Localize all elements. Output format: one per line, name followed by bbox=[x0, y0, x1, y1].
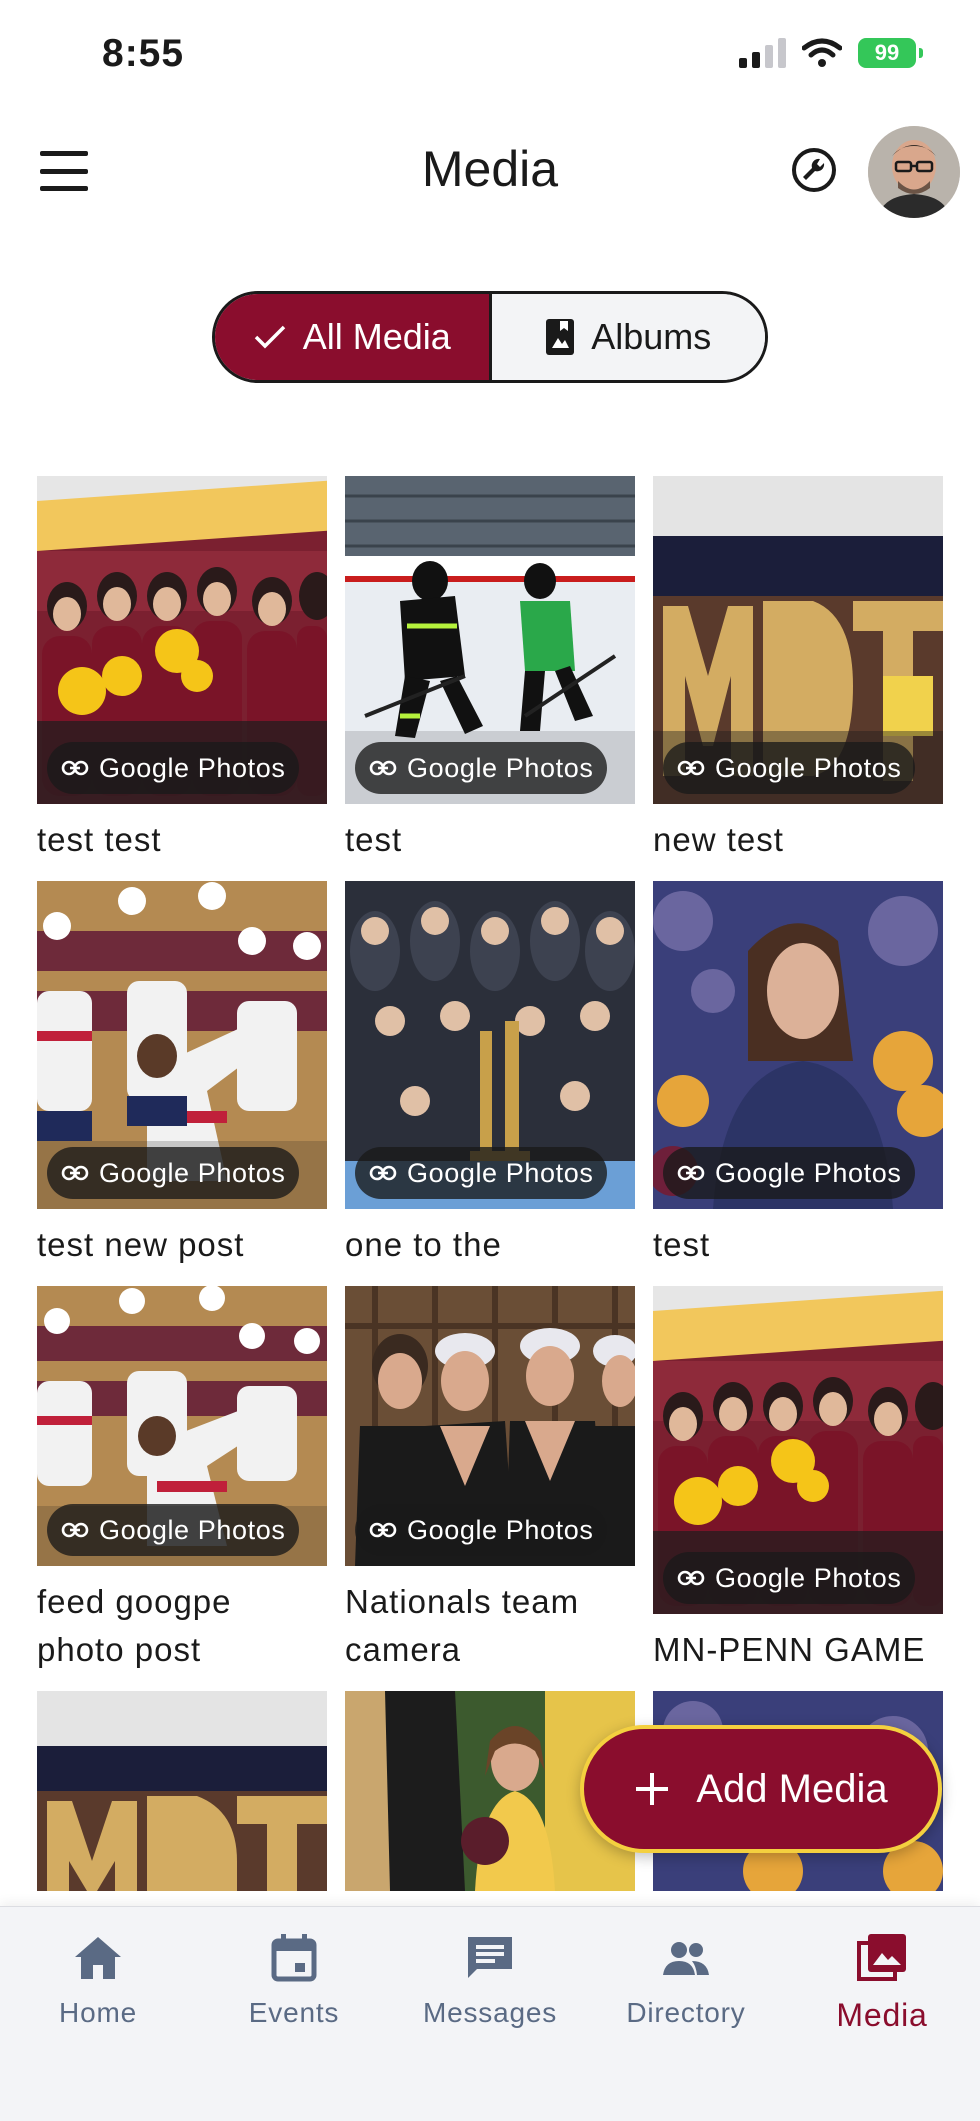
google-photos-badge: Google Photos bbox=[663, 742, 916, 794]
home-icon bbox=[75, 1937, 121, 1979]
avatar-photo bbox=[868, 126, 960, 218]
bottom-navigation: Home Events Messages Directory Media bbox=[0, 1906, 980, 2121]
nav-media[interactable]: Media bbox=[784, 1907, 980, 2121]
media-tile[interactable]: Google Photos MN-PENN GAME bbox=[653, 1286, 943, 1674]
google-photos-badge: Google Photos bbox=[355, 1504, 608, 1556]
media-tile[interactable]: Google Photos one to the bbox=[345, 881, 635, 1269]
plus-icon bbox=[636, 1773, 669, 1805]
google-photos-badge: Google Photos bbox=[663, 1147, 916, 1199]
albums-label: Albums bbox=[591, 316, 712, 357]
album-icon bbox=[546, 319, 575, 355]
link-icon bbox=[369, 760, 397, 776]
nav-directory[interactable]: Directory bbox=[588, 1907, 784, 2121]
nav-media-label: Media bbox=[836, 1997, 928, 2033]
media-tile[interactable]: Google Photos test bbox=[345, 476, 635, 864]
google-photos-badge: Google Photos bbox=[355, 742, 608, 794]
google-photos-badge: Google Photos bbox=[47, 742, 300, 794]
media-thumbnail bbox=[37, 1691, 327, 1891]
add-media-button[interactable]: Add Media bbox=[580, 1725, 942, 1853]
media-caption: test bbox=[345, 821, 403, 858]
nav-events[interactable]: Events bbox=[196, 1907, 392, 2121]
media-caption: feed googpe photo post bbox=[37, 1583, 232, 1668]
nav-messages-label: Messages bbox=[422, 1997, 557, 2028]
nav-home-label: Home bbox=[59, 1997, 137, 2028]
google-photos-badge: Google Photos bbox=[663, 1552, 916, 1604]
add-media-label: Add Media bbox=[696, 1766, 888, 1811]
media-source-label: Google Photos bbox=[715, 1562, 902, 1593]
media-source-label: Google Photos bbox=[407, 1157, 594, 1188]
link-icon bbox=[61, 1522, 89, 1538]
mdt-letters-photo bbox=[37, 1691, 327, 1891]
media-thumbnail: Google Photos bbox=[653, 476, 943, 804]
photo-library-icon bbox=[857, 1934, 906, 1981]
media-thumbnail: Google Photos bbox=[345, 1286, 635, 1566]
google-photos-badge: Google Photos bbox=[355, 1147, 608, 1199]
media-source-label: Google Photos bbox=[99, 1514, 286, 1545]
media-caption: one to the bbox=[345, 1226, 502, 1263]
user-avatar[interactable] bbox=[868, 126, 960, 218]
all-media-tab[interactable]: All Media bbox=[215, 294, 492, 380]
media-tile[interactable]: Google Photos test new post bbox=[37, 881, 327, 1269]
calendar-icon bbox=[271, 1934, 317, 1982]
media-caption: test test bbox=[37, 821, 162, 858]
wifi-icon bbox=[802, 38, 842, 67]
google-photos-badge: Google Photos bbox=[47, 1147, 300, 1199]
media-caption: test bbox=[653, 1226, 711, 1263]
media-caption: new test bbox=[653, 821, 784, 858]
link-icon bbox=[677, 1165, 705, 1181]
media-thumbnail: Google Photos bbox=[37, 476, 327, 804]
link-icon bbox=[61, 1165, 89, 1181]
media-tile[interactable]: Google Photos feed googpe photo post bbox=[37, 1286, 327, 1674]
media-tile[interactable]: Google Photos Nationals team camera bbox=[345, 1286, 635, 1674]
link-icon bbox=[369, 1165, 397, 1181]
status-time: 8:55 bbox=[102, 32, 185, 75]
media-source-label: Google Photos bbox=[99, 752, 286, 783]
media-tile[interactable]: Google Photos new test bbox=[653, 476, 943, 864]
media-thumbnail: Google Photos bbox=[653, 1286, 943, 1614]
media-screen: 8:55 99 Media All Media Albums Google Ph… bbox=[0, 0, 980, 2121]
media-view-toggle: All Media Albums bbox=[212, 291, 768, 383]
nav-home[interactable]: Home bbox=[0, 1907, 196, 2121]
battery-icon: 99 bbox=[858, 38, 923, 68]
media-tile[interactable] bbox=[37, 1691, 327, 1891]
media-source-label: Google Photos bbox=[407, 1514, 594, 1545]
media-caption: MN-PENN GAME bbox=[653, 1631, 926, 1668]
admin-tools-icon[interactable] bbox=[790, 146, 838, 194]
media-thumbnail: Google Photos bbox=[653, 881, 943, 1209]
link-icon bbox=[61, 760, 89, 776]
media-source-label: Google Photos bbox=[715, 1157, 902, 1188]
nav-events-label: Events bbox=[248, 1997, 340, 2028]
link-icon bbox=[677, 1570, 705, 1586]
media-caption: Nationals team camera bbox=[345, 1583, 580, 1668]
link-icon bbox=[677, 760, 705, 776]
all-media-label: All Media bbox=[302, 316, 451, 357]
google-photos-badge: Google Photos bbox=[47, 1504, 300, 1556]
media-source-label: Google Photos bbox=[407, 752, 594, 783]
albums-tab[interactable]: Albums bbox=[491, 294, 765, 380]
media-tile[interactable]: Google Photos test bbox=[653, 881, 943, 1269]
media-source-label: Google Photos bbox=[715, 752, 902, 783]
people-icon bbox=[663, 1942, 709, 1975]
media-source-label: Google Photos bbox=[99, 1157, 286, 1188]
media-thumbnail: Google Photos bbox=[37, 881, 327, 1209]
status-icons: 99 bbox=[739, 38, 923, 68]
media-tile[interactable]: Google Photos test test bbox=[37, 476, 327, 864]
media-caption: test new post bbox=[37, 1226, 245, 1263]
message-icon bbox=[468, 1937, 512, 1978]
media-thumbnail: Google Photos bbox=[37, 1286, 327, 1566]
cellular-signal-icon bbox=[739, 38, 786, 68]
nav-directory-label: Directory bbox=[626, 1997, 746, 2028]
link-icon bbox=[369, 1522, 397, 1538]
nav-messages[interactable]: Messages bbox=[392, 1907, 588, 2121]
media-thumbnail: Google Photos bbox=[345, 881, 635, 1209]
media-thumbnail: Google Photos bbox=[345, 476, 635, 804]
check-icon bbox=[254, 325, 285, 349]
